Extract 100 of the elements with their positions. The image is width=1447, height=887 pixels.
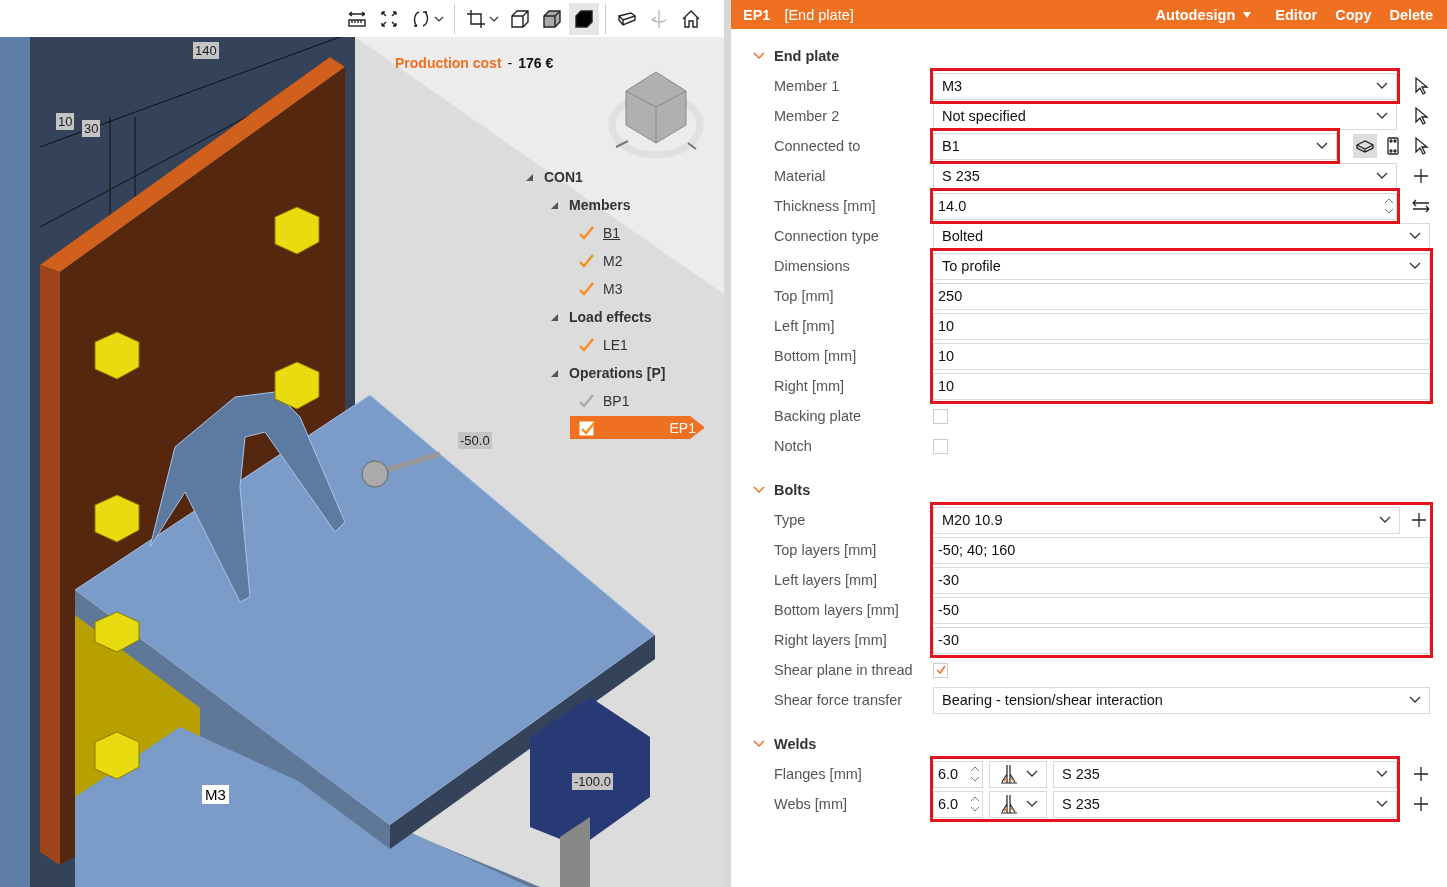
wireframe-icon xyxy=(509,7,531,30)
input-field[interactable]: -50; 40; 160 xyxy=(933,536,1430,564)
field-label: Webs [mm] xyxy=(774,796,848,812)
check-icon xyxy=(934,664,947,676)
tree-group[interactable]: Load effects xyxy=(525,303,710,331)
plus-icon xyxy=(1411,794,1431,814)
field-label: Bottom [mm] xyxy=(774,348,857,364)
tree-group[interactable]: Members xyxy=(525,191,710,219)
input-field[interactable]: 250 xyxy=(933,282,1430,310)
field-label: Member 1 xyxy=(774,78,840,94)
tree-item[interactable]: B1 xyxy=(525,219,710,247)
chevron-icon[interactable] xyxy=(753,50,765,62)
tree-item[interactable]: LE1 xyxy=(525,331,710,359)
input-field[interactable]: 10 xyxy=(933,312,1430,340)
production-cost-value: 176 € xyxy=(518,55,554,71)
chevron-icon[interactable] xyxy=(753,738,765,750)
plus-icon xyxy=(1411,764,1431,784)
field-label: Shear plane in thread xyxy=(774,662,913,678)
weld-type-dropdown[interactable] xyxy=(989,760,1047,788)
field-label: Notch xyxy=(774,438,812,454)
number-field[interactable]: 14.0 xyxy=(933,192,1397,220)
crop-icon xyxy=(465,7,487,30)
field-label: Top layers [mm] xyxy=(774,542,877,558)
check-icon[interactable] xyxy=(577,337,595,353)
number-field[interactable]: 6.0 xyxy=(933,760,983,788)
chevron-icon[interactable] xyxy=(753,484,765,496)
chevron-down-icon xyxy=(1379,516,1391,524)
field-label: Left layers [mm] xyxy=(774,572,878,588)
field-label: Right layers [mm] xyxy=(774,632,887,648)
solid-tool-button[interactable] xyxy=(569,2,599,35)
dropdown-field[interactable]: B1 xyxy=(933,132,1337,160)
checkbox[interactable] xyxy=(933,662,948,678)
field-label: Flanges [mm] xyxy=(774,766,862,782)
number-field[interactable]: 6.0 xyxy=(933,790,983,818)
tree-item[interactable]: M2 xyxy=(525,247,710,275)
expand-arrow-icon[interactable] xyxy=(550,200,559,210)
plus-icon xyxy=(1410,511,1428,529)
caret-icon xyxy=(434,14,444,23)
expand-arrow-icon[interactable] xyxy=(550,312,559,322)
dropdown-field[interactable]: To profile xyxy=(933,252,1430,280)
input-field[interactable]: 10 xyxy=(933,342,1430,370)
solid-icon xyxy=(573,7,595,30)
expand-arrow-icon[interactable] xyxy=(550,368,559,378)
tree-group[interactable]: Operations [P] xyxy=(525,359,710,387)
field-label: Left [mm] xyxy=(774,318,835,334)
check-icon[interactable] xyxy=(577,225,595,241)
operation-type: [End plate] xyxy=(784,6,854,23)
cost-separator: - xyxy=(507,55,513,71)
field-label: Right [mm] xyxy=(774,378,845,394)
input-field[interactable]: -30 xyxy=(933,626,1430,654)
plus-icon xyxy=(1411,166,1431,186)
dropdown-field[interactable]: S 235 xyxy=(1053,790,1397,818)
check-icon[interactable] xyxy=(577,253,595,269)
weld-symbol-icon xyxy=(998,794,1020,814)
operation-name: EP1 xyxy=(743,6,771,23)
section-title: Bolts xyxy=(774,482,811,498)
chevron-down-icon xyxy=(1409,262,1421,270)
tree-item[interactable]: CON1 xyxy=(525,163,710,191)
field-label: Material xyxy=(774,168,826,184)
field-label: Dimensions xyxy=(774,258,850,274)
check-icon[interactable] xyxy=(579,419,597,436)
dropdown-field[interactable]: Bearing - tension/shear interaction xyxy=(933,686,1430,714)
check-icon[interactable] xyxy=(577,281,595,297)
input-field[interactable]: -30 xyxy=(933,566,1430,594)
beam-button[interactable] xyxy=(1353,134,1377,158)
dimension-label: -100.0 xyxy=(572,773,613,790)
field-label: Connection type xyxy=(774,228,879,244)
dropdown-field[interactable]: S 235 xyxy=(1053,760,1397,788)
expand-arrow-icon[interactable] xyxy=(525,172,534,182)
field-label: Member 2 xyxy=(774,108,840,124)
member-label: M3 xyxy=(202,785,229,804)
spinner-icon[interactable] xyxy=(970,795,980,813)
chevron-down-icon xyxy=(1376,82,1388,90)
field-label: Bottom layers [mm] xyxy=(774,602,899,618)
spinner-icon[interactable] xyxy=(970,765,980,783)
transparent-icon xyxy=(541,7,563,30)
dimension-label: 140 xyxy=(193,42,219,59)
weld-symbol-icon xyxy=(998,764,1020,784)
checkbox[interactable] xyxy=(933,438,948,454)
checkbox[interactable] xyxy=(933,408,948,424)
chevron-down-icon xyxy=(1376,770,1388,778)
chevron-down-icon xyxy=(1316,142,1328,150)
weld-type-dropdown[interactable] xyxy=(989,790,1047,818)
input-field[interactable]: -50 xyxy=(933,596,1430,624)
dimension-label: 30 xyxy=(82,120,101,137)
tree-item[interactable]: BP1 xyxy=(525,387,710,415)
dimension-label: 10 xyxy=(56,113,75,130)
field-label: Top [mm] xyxy=(774,288,834,304)
section-title: Welds xyxy=(774,736,817,752)
spinner-icon[interactable] xyxy=(1384,197,1394,215)
check-icon[interactable] xyxy=(577,393,595,409)
3d-viewport[interactable]: 140 10 30 -50.0 -100.0 M3 Production cost - 176 € CON1 Members B1 M2 M3 Load effects LE1 Operations [P] BP1 EP1 xyxy=(0,37,724,887)
dropdown-field[interactable]: M3 xyxy=(933,72,1397,100)
caret-icon xyxy=(1243,11,1252,18)
field-label: Thickness [mm] xyxy=(774,198,876,214)
field-label: Shear force transfer xyxy=(774,692,903,708)
input-field[interactable]: 10 xyxy=(933,372,1430,400)
tree-item[interactable]: M3 xyxy=(525,275,710,303)
dropdown-field[interactable]: M20 10.9 xyxy=(933,506,1400,534)
dimension-label: -50.0 xyxy=(458,432,492,449)
